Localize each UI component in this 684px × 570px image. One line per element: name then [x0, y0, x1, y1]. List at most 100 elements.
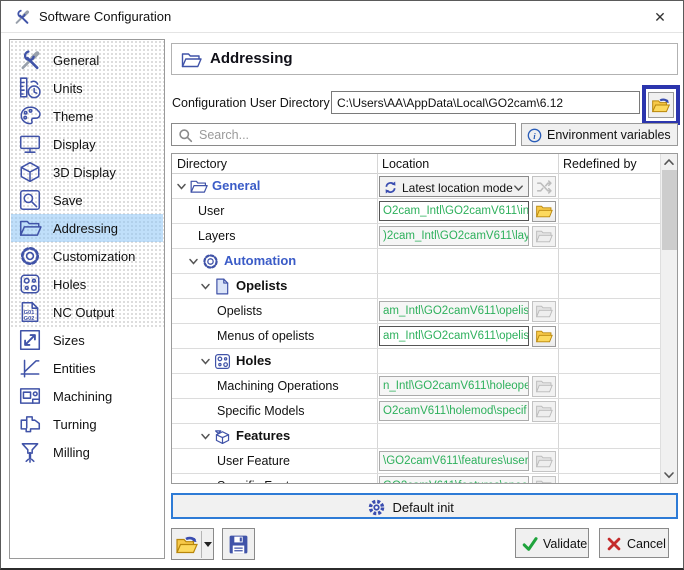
browse-location-button[interactable]	[532, 326, 556, 347]
directory-cell: Holes	[172, 349, 377, 374]
location-path-input[interactable]: GO2camV611\features\specif	[379, 476, 529, 484]
browse-location-button	[532, 376, 556, 397]
sidebar-item-addressing[interactable]: Addressing	[11, 214, 163, 242]
scrollbar-thumb[interactable]	[662, 170, 677, 250]
table-row-features: Features	[172, 424, 661, 449]
sizes-icon	[18, 328, 42, 352]
directory-cell: User	[172, 199, 377, 224]
table-row-layers: Layers )2cam_Intl\GO2camV611\lay	[172, 224, 661, 249]
environment-variables-label: Environment variables	[547, 128, 671, 142]
milling-icon	[18, 440, 42, 464]
sidebar-item-sizes[interactable]: Sizes	[11, 326, 163, 354]
search-input[interactable]	[199, 125, 509, 144]
table-row-specific-models: Specific Models O2camV611\holemod\specif	[172, 399, 661, 424]
tree-chevron-icon[interactable]	[188, 256, 199, 267]
sidebar-item-label: Save	[53, 193, 83, 208]
sidebar-item-general[interactable]: General	[11, 46, 163, 74]
scroll-up-icon[interactable]	[663, 157, 675, 167]
location-cell: O2camV611\holemod\specif	[377, 399, 558, 424]
page-title: Addressing	[210, 50, 293, 67]
sidebar-item-save[interactable]: Save	[11, 186, 163, 214]
location-path-input[interactable]: am_Intl\GO2camV611\opelist	[379, 301, 529, 321]
sidebar-item-label: Machining	[53, 389, 112, 404]
folder-icon	[189, 177, 208, 196]
swap-location-button	[532, 176, 556, 197]
refresh-icon	[383, 180, 398, 195]
tree-chevron-icon[interactable]	[200, 281, 211, 292]
sidebar-item-holes[interactable]: Holes	[11, 270, 163, 298]
directory-cell: Machining Operations	[172, 374, 377, 399]
cancel-button[interactable]: Cancel	[599, 528, 669, 558]
page-header: Addressing	[171, 43, 678, 75]
sidebar-item-machining[interactable]: Machining	[11, 382, 163, 410]
tree-chevron-icon[interactable]	[176, 181, 187, 192]
search-box	[171, 123, 516, 146]
sidebar-item-entities[interactable]: Entities	[11, 354, 163, 382]
directory-cell: Automation	[172, 249, 377, 274]
browse-location-button[interactable]	[532, 201, 556, 222]
gear-icon	[367, 498, 386, 517]
sidebar-item-units[interactable]: Units	[11, 74, 163, 102]
cross-icon	[606, 536, 622, 552]
tree-chevron-icon[interactable]	[200, 431, 211, 442]
sidebar-item-display[interactable]: Display	[11, 130, 163, 158]
sidebar-item-customization[interactable]: Customization	[11, 242, 163, 270]
directory-label: Machining Operations	[217, 379, 339, 393]
location-path-input[interactable]: am_Intl\GO2camV611\opelist	[379, 326, 529, 346]
browse-location-button	[532, 451, 556, 472]
sidebar-item-3d-display[interactable]: 3D Display	[11, 158, 163, 186]
location-mode-dropdown[interactable]: Latest location mode	[379, 176, 529, 197]
dropdown-arrow-icon[interactable]	[204, 542, 212, 547]
svg-text:G02: G02	[24, 316, 35, 322]
sidebar-item-label: Holes	[53, 277, 86, 292]
open-configuration-split-button[interactable]	[171, 528, 214, 560]
directory-label: Specific Models	[217, 404, 305, 418]
table-row-holes: Holes	[172, 349, 661, 374]
location-path-input[interactable]: n_Intl\GO2camV611\holeope	[379, 376, 529, 396]
directory-label: Specific Feature	[217, 479, 307, 484]
sidebar-item-theme[interactable]: Theme	[11, 102, 163, 130]
location-cell: Latest location mode	[377, 174, 558, 199]
location-cell: n_Intl\GO2camV611\holeope	[377, 374, 558, 399]
save-configuration-button[interactable]	[222, 528, 255, 560]
location-cell: GO2camV611\features\specif	[377, 474, 558, 484]
location-cell	[377, 424, 558, 449]
browse-location-button	[532, 301, 556, 322]
config-user-directory-input[interactable]	[331, 91, 640, 114]
sidebar-item-milling[interactable]: Milling	[11, 438, 163, 466]
units-icon	[18, 76, 42, 100]
vertical-scrollbar[interactable]	[660, 154, 677, 483]
location-path-input[interactable]: )2cam_Intl\GO2camV611\lay	[379, 226, 529, 246]
directory-label: Layers	[198, 229, 236, 243]
table-row-specific-feature: Specific Feature GO2camV611\features\spec…	[172, 474, 661, 484]
floppy-icon	[227, 533, 250, 556]
sidebar-item-label: Display	[53, 137, 96, 152]
sidebar-item-label: Units	[53, 81, 83, 96]
directories-table: Directory Location Redefined by GeneralL…	[171, 153, 678, 484]
folder-icon	[535, 204, 553, 219]
table-row-opelists: Opelists	[172, 274, 661, 299]
default-init-button[interactable]: Default init	[171, 493, 678, 519]
scroll-down-icon[interactable]	[663, 470, 675, 480]
directory-cell: Opelists	[172, 299, 377, 324]
location-path-input[interactable]: O2cam_Intl\GO2camV611\ini	[379, 201, 529, 221]
browse-config-directory-button[interactable]	[648, 92, 674, 118]
sidebar-item-nc-output[interactable]: G01G02NC Output	[11, 298, 163, 326]
validate-button[interactable]: Validate	[515, 528, 589, 558]
environment-variables-button[interactable]: i Environment variables	[521, 123, 678, 146]
folder-icon	[535, 404, 553, 419]
monitor-icon	[18, 132, 42, 156]
default-init-label: Default init	[393, 500, 454, 515]
table-row-menus-of-opelists: Menus of opelistsam_Intl\GO2camV611\opel…	[172, 324, 661, 349]
table-row-opelists: Opelistsam_Intl\GO2camV611\opelist	[172, 299, 661, 324]
folder-icon	[18, 216, 42, 240]
location-cell	[377, 349, 558, 374]
tree-chevron-icon[interactable]	[200, 356, 211, 367]
sidebar-item-label: Theme	[53, 109, 93, 124]
shuffle-icon	[536, 180, 553, 194]
location-path-input[interactable]: \GO2camV611\features\user	[379, 451, 529, 471]
sidebar-item-turning[interactable]: Turning	[11, 410, 163, 438]
sidebar-item-label: Entities	[53, 361, 96, 376]
close-icon[interactable]: ✕	[649, 7, 671, 27]
location-path-input[interactable]: O2camV611\holemod\specif	[379, 401, 529, 421]
